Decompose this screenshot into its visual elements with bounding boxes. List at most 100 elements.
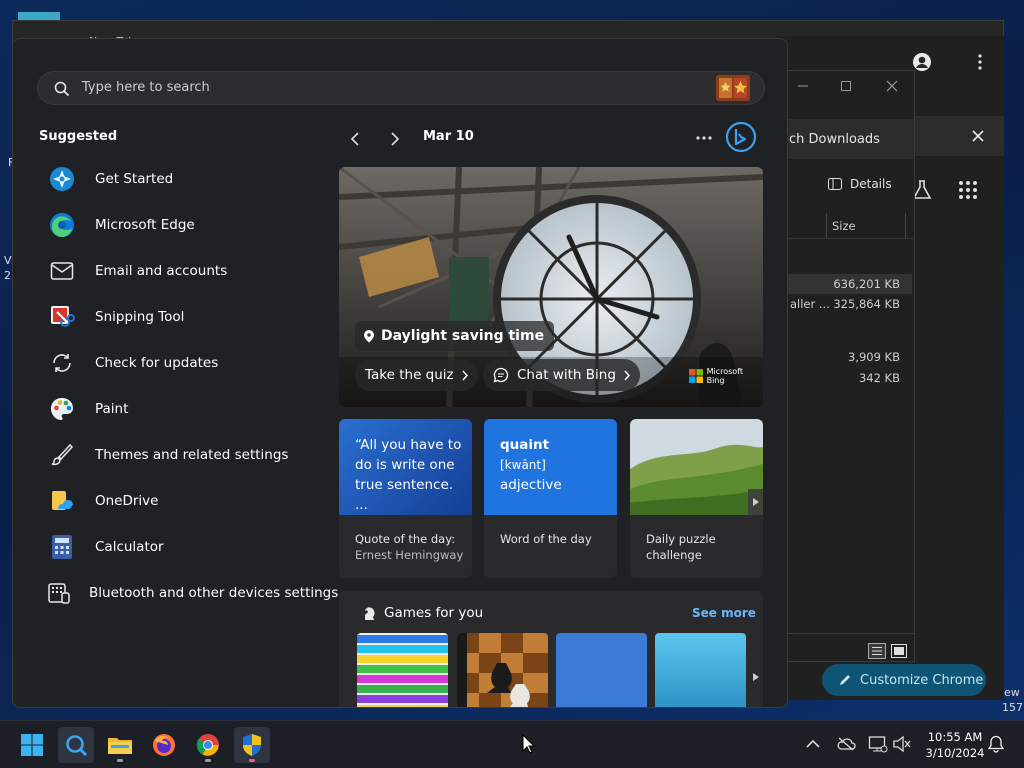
status-divider (788, 633, 914, 634)
running-indicator (249, 759, 255, 762)
details-view-button[interactable] (868, 643, 886, 659)
details-button[interactable]: Details (828, 177, 892, 191)
chat-with-bing-label: Chat with Bing (517, 367, 616, 383)
calculator-icon (47, 532, 77, 562)
notifications-button[interactable] (988, 735, 1006, 755)
word-caption: Word of the day (500, 532, 592, 546)
running-indicator (205, 759, 211, 762)
previous-day-button[interactable] (341, 127, 369, 151)
chat-with-bing-button[interactable]: Chat with Bing (483, 359, 640, 391)
file-size: 3,909 KB (847, 350, 900, 364)
take-quiz-button[interactable]: Take the quiz (355, 359, 478, 391)
search-highlight-image[interactable] (716, 73, 750, 103)
games-next-button[interactable] (749, 663, 763, 691)
app-label: Email and accounts (95, 263, 228, 279)
chrome-taskbar-button[interactable] (190, 727, 226, 763)
game-tile-blue[interactable] (556, 633, 647, 707)
tiles-view-button[interactable] (890, 643, 908, 659)
fx-minimize-button[interactable] (790, 77, 816, 95)
brush-icon (47, 440, 77, 470)
onedrive-icon (47, 486, 77, 516)
chrome-menu-button[interactable] (972, 48, 988, 76)
file-row[interactable]: 636,201 KB (788, 274, 912, 294)
mail-icon (47, 256, 77, 286)
app-calculator[interactable]: Calculator (35, 527, 335, 567)
file-explorer-taskbar-button[interactable] (102, 727, 138, 763)
search-taskbar-button[interactable] (58, 727, 94, 763)
apps-grid-button[interactable] (958, 180, 978, 200)
security-taskbar-button[interactable] (234, 727, 270, 763)
puzzle-card-footer: Daily puzzle challenge (630, 515, 763, 563)
profile-icon (913, 53, 931, 71)
column-header-row: Size (788, 213, 914, 239)
location-pin-icon (364, 330, 374, 343)
app-label: Calculator (95, 539, 164, 555)
app-get-started[interactable]: Get Started (35, 159, 335, 199)
more-vertical-icon (978, 54, 982, 70)
file-size: 636,201 KB (833, 277, 900, 291)
game-tile-sky[interactable] (655, 633, 746, 707)
app-bluetooth-devices[interactable]: Bluetooth and other devices settings (35, 573, 339, 613)
search-highlight-icon (716, 75, 750, 101)
hero-title: Daylight saving time (381, 328, 545, 344)
daily-puzzle-card[interactable]: Daily puzzle challenge (630, 419, 763, 578)
file-row[interactable]: 342 KB (788, 368, 912, 388)
app-label: Bluetooth and other devices settings (89, 585, 339, 601)
app-onedrive[interactable]: OneDrive (35, 481, 335, 521)
app-paint[interactable]: Paint (35, 389, 335, 429)
bing-icon (725, 121, 757, 153)
chrome-icon (196, 734, 219, 756)
see-more-link[interactable]: See more (692, 606, 756, 620)
start-menu: Type here to search Suggested Get Starte… (12, 38, 788, 708)
maximize-icon (841, 81, 851, 91)
show-hidden-icons-button[interactable] (804, 735, 822, 753)
onedrive-tray-button[interactable] (836, 735, 856, 753)
network-tray-button[interactable] (868, 735, 888, 753)
firefox-icon (153, 734, 175, 756)
downloads-search-field[interactable]: ch Downloads (788, 119, 914, 159)
bing-button[interactable] (725, 121, 757, 153)
play-right-icon (752, 498, 759, 506)
app-microsoft-edge[interactable]: Microsoft Edge (35, 205, 335, 245)
more-options-button[interactable] (693, 129, 715, 147)
close-search-button[interactable] (968, 126, 988, 146)
start-search-box[interactable]: Type here to search (37, 71, 765, 105)
taskbar-clock[interactable]: 10:55 AM 3/10/2024 (918, 729, 992, 761)
fx-maximize-button[interactable] (833, 77, 859, 95)
network-icon (868, 736, 888, 753)
game-tile-chess[interactable] (457, 633, 548, 707)
app-label: Check for updates (95, 355, 219, 371)
word-text: quaint (500, 437, 550, 453)
close-icon (972, 130, 984, 142)
file-row[interactable]: aller ... 325,864 KB (788, 294, 912, 314)
app-label: Microsoft Edge (95, 217, 195, 233)
app-check-updates[interactable]: Check for updates (35, 343, 335, 383)
mouse-cursor-icon (522, 734, 536, 754)
take-quiz-label: Take the quiz (365, 367, 454, 383)
file-explorer-window: ch Downloads Details Size 636,201 KB all… (787, 70, 915, 662)
quote-card-header: “All you have to do is write one true se… (339, 419, 472, 515)
start-button[interactable] (14, 727, 50, 763)
app-email-accounts[interactable]: Email and accounts (35, 251, 335, 291)
column-size[interactable]: Size (832, 219, 856, 233)
app-snipping-tool[interactable]: Snipping Tool (35, 297, 335, 337)
chess-knight-icon (365, 607, 375, 620)
more-horizontal-icon (696, 136, 712, 140)
fx-close-button[interactable] (879, 77, 905, 95)
carousel-next-button[interactable] (748, 489, 763, 515)
file-row[interactable]: 3,909 KB (788, 347, 912, 367)
word-of-day-card[interactable]: quaint [kwānt] adjective Word of the day (484, 419, 617, 578)
quote-of-day-card[interactable]: “All you have to do is write one true se… (339, 419, 472, 578)
game-tile-stripes[interactable] (357, 633, 448, 707)
customize-chrome-button[interactable]: Customize Chrome (822, 664, 986, 696)
hero-title-pill: Daylight saving time (355, 321, 555, 351)
daylight-saving-hero[interactable]: Daylight saving time Take the quiz Chat … (339, 167, 763, 407)
quote-text: “All you have to do is write one true se… (355, 437, 462, 513)
volume-muted-icon (893, 735, 911, 753)
volume-tray-button[interactable] (892, 735, 912, 753)
app-label: Snipping Tool (95, 309, 185, 325)
app-themes-settings[interactable]: Themes and related settings (35, 435, 335, 475)
shield-icon (243, 734, 261, 756)
next-day-button[interactable] (381, 127, 409, 151)
firefox-taskbar-button[interactable] (146, 727, 182, 763)
